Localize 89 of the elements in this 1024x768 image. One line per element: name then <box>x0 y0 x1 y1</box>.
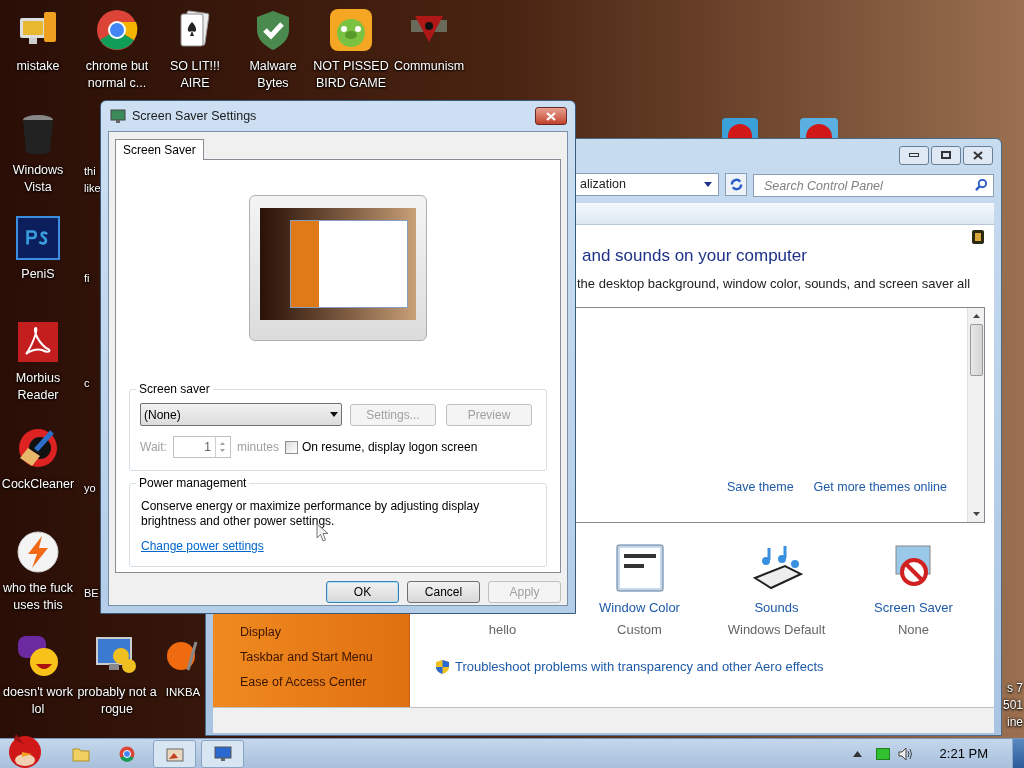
desktop-icon-label[interactable]: CockCleaner <box>1 476 75 493</box>
close-icon <box>973 150 983 160</box>
desktop-icon-label[interactable]: Communism <box>393 58 465 75</box>
desktop-icon-label[interactable]: c <box>84 375 100 392</box>
scrollbar-thumb[interactable] <box>969 324 983 376</box>
close-button[interactable] <box>535 107 567 125</box>
checkbox-label: On resume, display logon screen <box>301 439 478 456</box>
monitor-icon <box>213 745 232 762</box>
broom-icon <box>16 426 60 470</box>
sidebar-link[interactable]: Taskbar and Start Menu <box>240 648 409 666</box>
show-desktop-button[interactable] <box>1012 738 1024 768</box>
theme-link[interactable]: Get more themes online <box>813 478 947 497</box>
checkbox[interactable] <box>284 440 298 454</box>
dialog-button[interactable]: Cancel <box>407 581 480 603</box>
desktop-icon-label[interactable]: Malware Bytes <box>233 58 313 92</box>
dialog-button[interactable]: OK <box>326 581 399 603</box>
setting-value: None <box>897 621 930 639</box>
chrome-icon[interactable] <box>119 745 135 762</box>
scrollbar[interactable] <box>967 308 984 522</box>
setting-value: Custom <box>617 621 662 639</box>
dropdown-arrow-icon <box>704 181 712 187</box>
desktop-icon-label[interactable]: thi like <box>84 163 100 197</box>
page-heading: and sounds on your computer <box>582 245 808 267</box>
tab[interactable]: Screen Saver <box>115 139 204 160</box>
minimize-button[interactable] <box>899 145 929 165</box>
scroll-up-icon[interactable] <box>972 314 980 318</box>
refresh-button[interactable] <box>725 172 747 196</box>
scroll-down-icon[interactable] <box>972 512 980 516</box>
spin-up-icon[interactable] <box>220 442 226 445</box>
screen-saver-dropdown[interactable]: (None) <box>140 403 342 426</box>
window-icon <box>615 544 664 592</box>
photoshop-icon <box>16 216 60 260</box>
dropdown-arrow-icon <box>330 412 338 417</box>
spin-down-icon[interactable] <box>220 449 226 452</box>
desktop-icon-label[interactable]: PeniS <box>21 266 55 283</box>
restore-icon <box>941 151 951 159</box>
desktop-icon-label[interactable]: probably not a rogue <box>77 684 157 718</box>
sidebar-link[interactable]: Ease of Access Center <box>240 673 409 691</box>
desktop-icon-label[interactable]: BE <box>84 585 100 602</box>
close-button[interactable] <box>963 145 993 165</box>
taskbar-button[interactable] <box>153 739 196 768</box>
setting-value: Windows Default <box>727 621 826 639</box>
image-icon <box>165 745 184 762</box>
power-description: Conserve energy or maximize performance by adjusting display brightness and other power settings. <box>141 499 481 529</box>
wait-label: Wait: <box>140 439 167 456</box>
desktop-icon-label[interactable]: SO LIT!!! AIRE <box>155 58 235 92</box>
desktop-text: s 7 <box>1007 680 1023 697</box>
speaker-icon[interactable] <box>897 746 914 761</box>
desktop-icon-label[interactable]: doesn't work lol <box>0 684 78 718</box>
chrome-icon <box>95 8 139 52</box>
pig-icon <box>329 8 373 52</box>
desktop-icon-label[interactable]: NOT PISSED BIRD GAME <box>311 58 391 92</box>
close-icon <box>546 111 556 121</box>
show-hidden-icons-icon[interactable] <box>852 750 862 757</box>
page-description: the desktop background, window color, sounds, and screen saver all <box>577 275 972 293</box>
desktop-icon-label[interactable]: Windows Vista <box>0 162 78 196</box>
desktop-icon-label[interactable]: who the fuck uses this <box>0 580 78 614</box>
maximize-button[interactable] <box>931 145 961 165</box>
desktop-text: 501 <box>1002 697 1023 714</box>
smiley-icon <box>16 634 60 678</box>
monitor-icon <box>110 109 126 123</box>
setting-value: hello <box>488 621 517 639</box>
desktop-text: ine <box>1007 714 1023 731</box>
shield-icon <box>435 658 450 675</box>
desktop-icon-label[interactable]: fi <box>84 270 100 287</box>
desktop-icon-label[interactable]: mistake <box>16 58 60 75</box>
wait-unit: minutes <box>236 439 279 456</box>
window-title: Screen Saver Settings <box>132 107 258 125</box>
desktop-icon-label[interactable]: yo <box>84 480 100 497</box>
wait-spinner[interactable]: 1 <box>172 436 231 458</box>
desktop-icon-label[interactable]: chrome but normal c... <box>77 58 157 92</box>
clock[interactable]: 2:21 PM <box>939 743 988 764</box>
troubleshoot-link[interactable]: Troubleshoot problems with transparency and other Aero effects <box>455 657 824 677</box>
setting-label[interactable]: Sounds <box>754 599 799 617</box>
taskbar-button[interactable] <box>201 739 244 768</box>
group-title: Power management <box>136 475 250 491</box>
theme-link[interactable]: Save theme <box>726 478 794 497</box>
search-field[interactable]: Search Control Panel <box>753 174 994 197</box>
sidebar-link[interactable]: Display <box>240 623 409 641</box>
refresh-icon <box>729 177 743 191</box>
minimize-icon <box>909 153 919 157</box>
lightning-icon <box>16 530 60 574</box>
desktop-icon-label[interactable]: Morbius Reader <box>0 370 78 404</box>
desktop-icon-label[interactable]: INKBA <box>165 684 201 701</box>
setting-label[interactable]: Screen Saver <box>874 599 953 617</box>
pdf-reader-icon <box>16 320 60 364</box>
search-icon <box>975 177 988 191</box>
setting-label[interactable]: Window Color <box>599 599 680 617</box>
power-settings-link[interactable]: Change power settings <box>141 537 264 555</box>
